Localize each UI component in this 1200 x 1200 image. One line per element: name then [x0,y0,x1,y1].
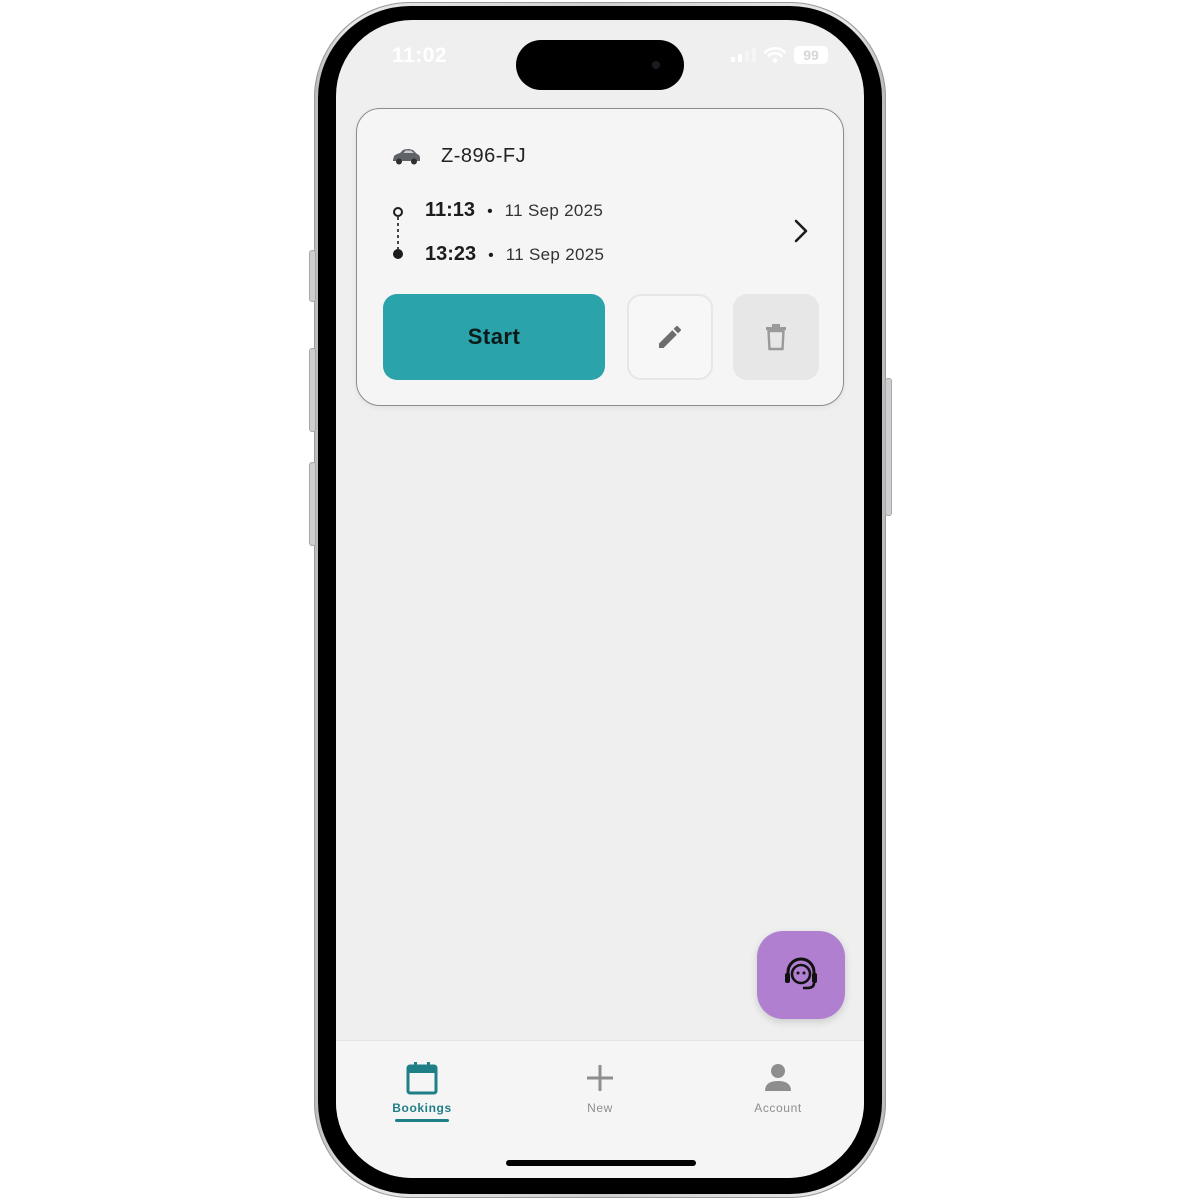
action-button [309,250,316,302]
end-time: 13:23 [425,243,477,265]
edit-button[interactable] [627,294,713,380]
chevron-right-icon[interactable] [791,217,811,245]
license-plate: Z-896-FJ [441,145,527,167]
front-camera-icon [652,61,660,69]
vehicle-row: Z-896-FJ [391,145,526,168]
person-icon [765,1064,791,1091]
calendar-icon [406,1062,438,1095]
dynamic-island [516,40,684,90]
start-time: 11:13 [425,199,476,221]
nav-label-new: New [587,1101,613,1115]
booking-card[interactable]: Z-896-FJ 11:13 • 11 Sep 2025 13:23 • 11 … [356,108,844,406]
plus-icon [587,1065,613,1091]
home-indicator [506,1160,696,1166]
battery-indicator: 99 [794,46,828,64]
wifi-icon [764,47,786,63]
nav-item-new[interactable]: New [540,1061,660,1131]
start-time-row: 11:13 • 11 Sep 2025 [425,199,603,222]
nav-label-account: Account [754,1101,802,1115]
pencil-icon [659,325,682,348]
trash-icon [766,324,786,351]
nav-item-bookings[interactable]: Bookings [362,1061,482,1131]
nav-label-bookings: Bookings [392,1101,452,1115]
phone-screen: 11:02 99 Z-896-FJ 11:13 • 11 Sep 2025 13… [336,20,864,1178]
status-indicators: 99 [731,46,828,64]
nav-item-account[interactable]: Account [718,1061,838,1131]
end-time-row: 13:23 • 11 Sep 2025 [425,243,604,266]
start-date: 11 Sep 2025 [504,201,604,220]
status-time: 11:02 [392,44,448,67]
start-button[interactable]: Start [383,294,605,380]
end-date: 11 Sep 2025 [505,245,605,264]
delete-button[interactable] [733,294,819,380]
separator-dot: • [487,203,493,220]
headset-support-icon [785,957,817,990]
separator-dot: • [488,247,494,264]
screenshot-stage: 11:02 99 Z-896-FJ 11:13 • 11 Sep 2025 13… [0,0,1200,1200]
cellular-signal-icon [731,48,756,62]
route-timeline-icon [393,207,403,259]
bottom-navigation: Bookings New Account [336,1040,864,1178]
support-fab[interactable] [757,931,845,1019]
car-icon [393,148,420,164]
volume-up-button [309,348,316,432]
power-button [885,378,892,516]
active-tab-indicator [395,1119,449,1122]
volume-down-button [309,462,316,546]
